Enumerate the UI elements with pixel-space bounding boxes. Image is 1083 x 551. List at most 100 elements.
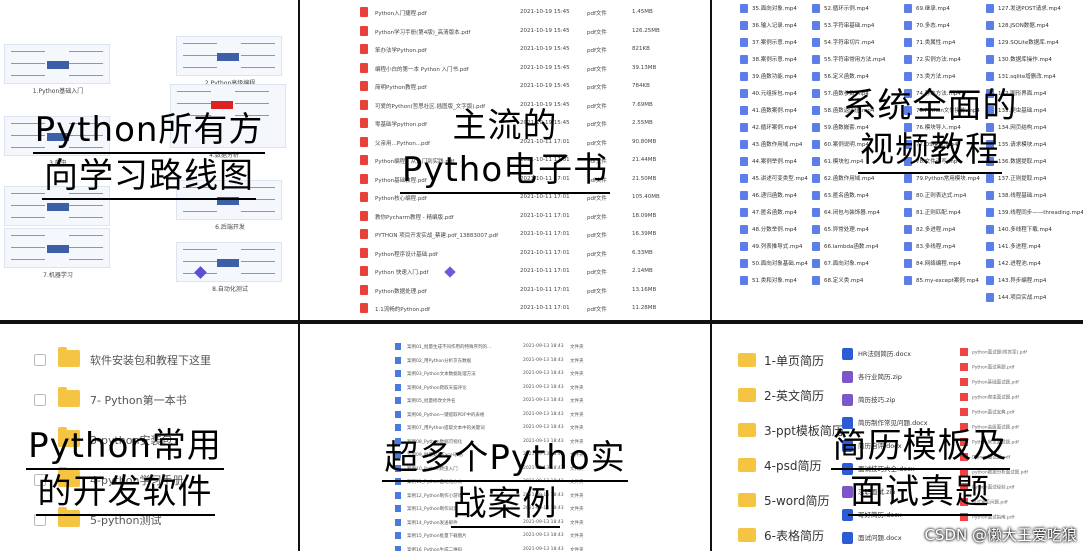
mindmap-branch	[241, 211, 275, 212]
video-file-row: 71.类属性.mp4	[904, 38, 955, 52]
video-file-icon	[986, 242, 994, 251]
video-file-name: 79.Python常用模块.mp4	[916, 176, 980, 182]
video-file-row: 143.异步编程.mp4	[986, 276, 1046, 290]
divider-horizontal	[0, 320, 1083, 324]
video-file-icon	[986, 276, 994, 285]
case-file-icon	[395, 424, 401, 431]
pdf-file-date: 2021-10-19 15:45	[520, 9, 570, 15]
case-folder-date: 2021-09-13 18:43	[523, 344, 564, 349]
video-file-row: 40.元组拆包.mp4	[740, 89, 797, 103]
pdf-file-icon	[360, 25, 368, 36]
mindmap-branch	[183, 67, 217, 68]
pdf-file-type: pdf文件	[587, 307, 607, 313]
mindmap-branch	[241, 55, 275, 56]
software-title-line2: 的开发软件	[35, 470, 215, 516]
videos-title-line1: 系统全面的	[842, 86, 1018, 126]
video-file-icon	[812, 72, 820, 81]
folder-icon	[738, 388, 756, 402]
video-file-name: 143.异步编程.mp4	[998, 278, 1047, 284]
video-file-row: 37.案例示意.mp4	[740, 38, 797, 52]
cases-title-line2: 战案例	[450, 482, 560, 528]
video-file-row: 130.数据库操作.mp4	[986, 55, 1052, 69]
video-file-row: 42.循环案例.mp4	[740, 123, 797, 137]
mindmap-branch	[69, 51, 103, 52]
mindmap-branch	[69, 217, 103, 218]
pdf-file-icon	[360, 229, 368, 239]
mindmap-thumbnail	[4, 228, 110, 268]
pdf-file-icon	[360, 7, 368, 17]
software-folder-row: 7- Python第一本书	[30, 386, 290, 416]
mindmap-caption: 1.Python基础入门	[32, 88, 84, 95]
pdf-file-date: 2021-10-11 17:01	[520, 231, 570, 237]
case-folder-type: 文件夹	[570, 399, 584, 404]
pdf-file-name: Python学习手册(第4版)_高清版本.pdf	[375, 29, 471, 36]
resume-doc-row: 简历技巧.zip	[842, 394, 895, 410]
video-file-name: 68.定义类.mp4	[824, 278, 864, 284]
software-title-line1: Python常用	[26, 424, 224, 470]
case-folder-row: 案例05_批量修改文件名 2021-09-13 18:43 文件夹	[395, 394, 625, 408]
mindmap-branch	[183, 249, 217, 250]
case-folder-name: 案例16_Python生成二维码	[407, 547, 463, 551]
interview-doc-row: Python面试宝典.pdf	[960, 408, 1014, 420]
pdf-file-row: 笨办法学Python.pdf 2021-10-19 15:45 pdf文件 821KB	[360, 41, 660, 59]
video-file-name: 64.闭包与装饰器.mp4	[824, 210, 880, 216]
video-file-icon	[812, 276, 820, 285]
case-folder-date: 2021-09-13 18:43	[523, 533, 564, 538]
video-file-name: 51.类和对象.mp4	[752, 278, 797, 284]
mindmap-root-node	[217, 53, 239, 61]
interview-doc-name: Python面试宝典.pdf	[972, 410, 1015, 416]
case-folder-name: 案例15_Python批量下载图片	[407, 534, 467, 539]
interview-doc-name: Python面试真题.pdf	[972, 365, 1015, 371]
resume-doc-row: 面试问题.docx	[842, 532, 902, 548]
pdf-file-icon	[360, 210, 368, 221]
pdf-file-row: 教你Pycharm教程 - 精编版.pdf 2021-10-11 17:01 pdf…	[360, 208, 660, 226]
folder-icon	[58, 347, 80, 367]
video-file-name: 70.多态.mp4	[916, 23, 950, 29]
video-file-icon	[740, 191, 748, 200]
mindmap-branch	[183, 211, 217, 212]
ebooks-title: 主流的 Pytho电子书	[330, 104, 680, 194]
pdf-file-row: Python入门捷程.pdf 2021-10-19 15:45 pdf文件 1.45M…	[360, 4, 660, 22]
interview-doc-row: Python面试真题.pdf	[960, 363, 1014, 375]
mindmap-branch	[241, 261, 275, 262]
video-file-icon	[740, 72, 748, 81]
mindmap-root-node	[47, 203, 69, 211]
resume-doc-row: 各行业简历.zip	[842, 371, 902, 387]
mindmap-branch	[177, 91, 211, 92]
video-file-icon	[740, 174, 748, 183]
case-file-icon	[395, 356, 401, 364]
pdf-file-icon	[960, 348, 968, 356]
pdf-file-icon	[360, 266, 368, 276]
video-file-row: 64.闭包与装饰器.mp4	[812, 208, 880, 222]
pdf-file-type: pdf文件	[587, 48, 607, 54]
video-file-row: 44.案例举例.mp4	[740, 157, 797, 171]
mindmap-branch	[183, 55, 217, 56]
video-file-name: 130.数据库操作.mp4	[998, 57, 1052, 63]
video-file-name: 80.正则表达式.mp4	[916, 193, 967, 199]
video-file-icon	[904, 55, 912, 64]
video-file-row: 70.多态.mp4	[904, 21, 950, 35]
case-folder-row: 案例15_Python批量下载图片 2021-09-13 18:43 文件夹	[395, 529, 625, 543]
video-file-name: 50.面向对象基础.mp4	[752, 261, 808, 267]
pdf-file-icon	[960, 408, 968, 416]
roadmap-title-line2: 向学习路线图	[42, 154, 256, 200]
pdf-file-date: 2021-10-11 17:01	[520, 194, 570, 200]
pdf-file-name: 笨办法学Python.pdf	[375, 48, 427, 54]
video-file-icon	[904, 72, 912, 81]
mindmap-branch	[11, 235, 45, 236]
case-folder-row: 案例06_Python一键提取PDF中的表格 2021-09-13 18:43 文件…	[395, 408, 625, 422]
video-file-icon	[904, 4, 912, 13]
resume-doc-name: HR法则简历.docx	[858, 350, 911, 358]
pdf-file-name: Python核心编程.pdf	[375, 196, 427, 202]
roadmap-title-line1: Python所有方	[32, 108, 266, 154]
video-file-row: 52.循环示例.mp4	[812, 4, 869, 18]
video-file-row: 72.实例方法.mp4	[904, 55, 961, 69]
interview-doc-name: Python面试指南.pdf	[972, 515, 1015, 521]
video-file-icon	[904, 259, 912, 268]
pdf-file-type: pdf文件	[587, 11, 607, 17]
video-file-row: 138.线程基础.mp4	[986, 191, 1046, 205]
pdf-file-name: 教你Pycharm教程 - 精编版.pdf	[375, 214, 454, 221]
videos-title-line2: 视频教程	[858, 128, 1002, 174]
mindmap-branch	[69, 259, 103, 260]
video-file-name: 85.my-except案例.mp4	[916, 278, 979, 284]
